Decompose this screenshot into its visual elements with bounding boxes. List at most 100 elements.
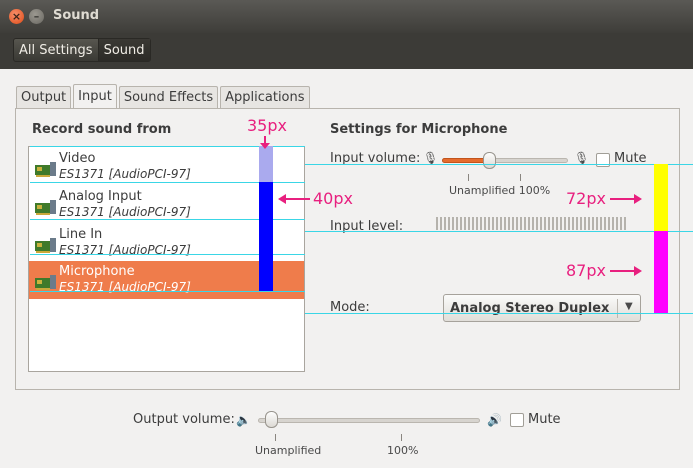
level-segment: [568, 217, 570, 230]
level-segment: [532, 217, 534, 230]
tab-input[interactable]: Input: [73, 84, 117, 108]
tick: [468, 174, 469, 181]
level-segment: [544, 217, 546, 230]
dropdown-separator: [617, 299, 618, 318]
annotation-bar-72: [654, 164, 668, 231]
level-segment: [476, 217, 478, 230]
tab-sound-effects[interactable]: Sound Effects: [118, 86, 219, 108]
breadcrumb-all-settings[interactable]: All Settings: [14, 39, 98, 61]
level-segment: [572, 217, 574, 230]
level-segment: [576, 217, 578, 230]
output-tick-100: 100%: [387, 444, 419, 457]
level-segment: [584, 217, 586, 230]
level-segment: [608, 217, 610, 230]
annotation-35: 35px: [247, 116, 287, 135]
output-mute-label: Mute: [528, 412, 561, 427]
chevron-down-icon: ▼: [625, 301, 633, 312]
guide-line: [305, 164, 693, 165]
level-segment: [468, 217, 470, 230]
level-segment: [460, 217, 462, 230]
annotation-40: 40px: [313, 189, 353, 208]
level-segment: [436, 217, 438, 230]
device-subtitle: ES1371 [AudioPCI-97]: [59, 205, 191, 219]
level-segment: [456, 217, 458, 230]
level-segment: [452, 217, 454, 230]
record-from-heading: Record sound from: [32, 122, 172, 137]
level-segment: [596, 217, 598, 230]
arrow-left-icon: [278, 194, 310, 204]
level-segment: [440, 217, 442, 230]
level-segment: [600, 217, 602, 230]
input-volume-fill: [442, 158, 489, 163]
breadcrumb-sound[interactable]: Sound: [97, 39, 150, 61]
microphone-low-icon: 🎙: [423, 151, 439, 165]
input-tick-label: Unamplified 100%: [449, 184, 551, 197]
level-segment: [560, 217, 562, 230]
guide-line: [305, 313, 693, 314]
output-volume-slider[interactable]: [265, 411, 278, 428]
settings-heading: Settings for Microphone: [330, 122, 508, 137]
level-segment: [520, 217, 522, 230]
level-segment: [516, 217, 518, 230]
tab-output[interactable]: Output: [16, 86, 72, 108]
level-segment: [528, 217, 530, 230]
level-segment: [592, 217, 594, 230]
input-volume-slider[interactable]: [483, 152, 496, 169]
level-segment: [492, 217, 494, 230]
device-name: Video: [59, 151, 96, 166]
guide-line: [30, 291, 305, 292]
close-icon[interactable]: ×: [9, 9, 24, 24]
level-segment: [564, 217, 566, 230]
level-segment: [512, 217, 514, 230]
level-segment: [496, 217, 498, 230]
level-segment: [548, 217, 550, 230]
output-volume-trough[interactable]: [258, 418, 480, 423]
mode-dropdown[interactable]: Analog Stereo Duplex ▼: [443, 294, 641, 322]
arrow-right-icon: [610, 266, 642, 276]
level-segment: [472, 217, 474, 230]
level-segment: [448, 217, 450, 230]
window-title: Sound: [53, 8, 100, 23]
sound-card-icon: [35, 162, 56, 177]
speaker-low-icon: 🔈: [236, 413, 251, 427]
sound-card-icon: [35, 200, 56, 215]
device-subtitle: ES1371 [AudioPCI-97]: [59, 167, 191, 181]
level-segment: [444, 217, 446, 230]
sound-card-icon: [35, 238, 56, 253]
minimize-icon[interactable]: –: [29, 9, 44, 24]
level-segment: [524, 217, 526, 230]
tick: [275, 434, 276, 441]
sound-card-icon: [35, 275, 56, 290]
level-segment: [588, 217, 590, 230]
level-segment: [604, 217, 606, 230]
level-segment: [500, 217, 502, 230]
annotation-bar-35: [259, 146, 273, 182]
level-segment: [480, 217, 482, 230]
tab-applications[interactable]: Applications: [220, 86, 310, 108]
microphone-high-icon: 🎙: [574, 151, 590, 165]
title-bar: × – Sound: [0, 0, 693, 33]
level-segment: [616, 217, 618, 230]
annotation-87: 87px: [566, 261, 606, 280]
device-name: Line In: [59, 227, 103, 242]
level-segment: [612, 217, 614, 230]
tick: [520, 174, 521, 181]
level-segment: [488, 217, 490, 230]
level-segment: [540, 217, 542, 230]
annotation-bar-87: [654, 231, 668, 313]
device-name: Analog Input: [59, 189, 142, 204]
output-tick-unamplified: Unamplified: [255, 444, 322, 457]
tab-bar: Output Input Sound Effects Applications: [16, 84, 312, 109]
annotation-bar-40: [259, 182, 273, 291]
tick: [401, 434, 402, 441]
level-segment: [536, 217, 538, 230]
level-segment: [624, 217, 626, 230]
speaker-high-icon: 🔊: [487, 413, 502, 427]
level-segment: [484, 217, 486, 230]
level-segment: [620, 217, 622, 230]
breadcrumb: All Settings Sound: [13, 38, 151, 62]
level-segment: [504, 217, 506, 230]
output-mute-checkbox[interactable]: [510, 413, 524, 427]
device-name: Microphone: [59, 264, 135, 279]
guide-line: [305, 231, 693, 232]
